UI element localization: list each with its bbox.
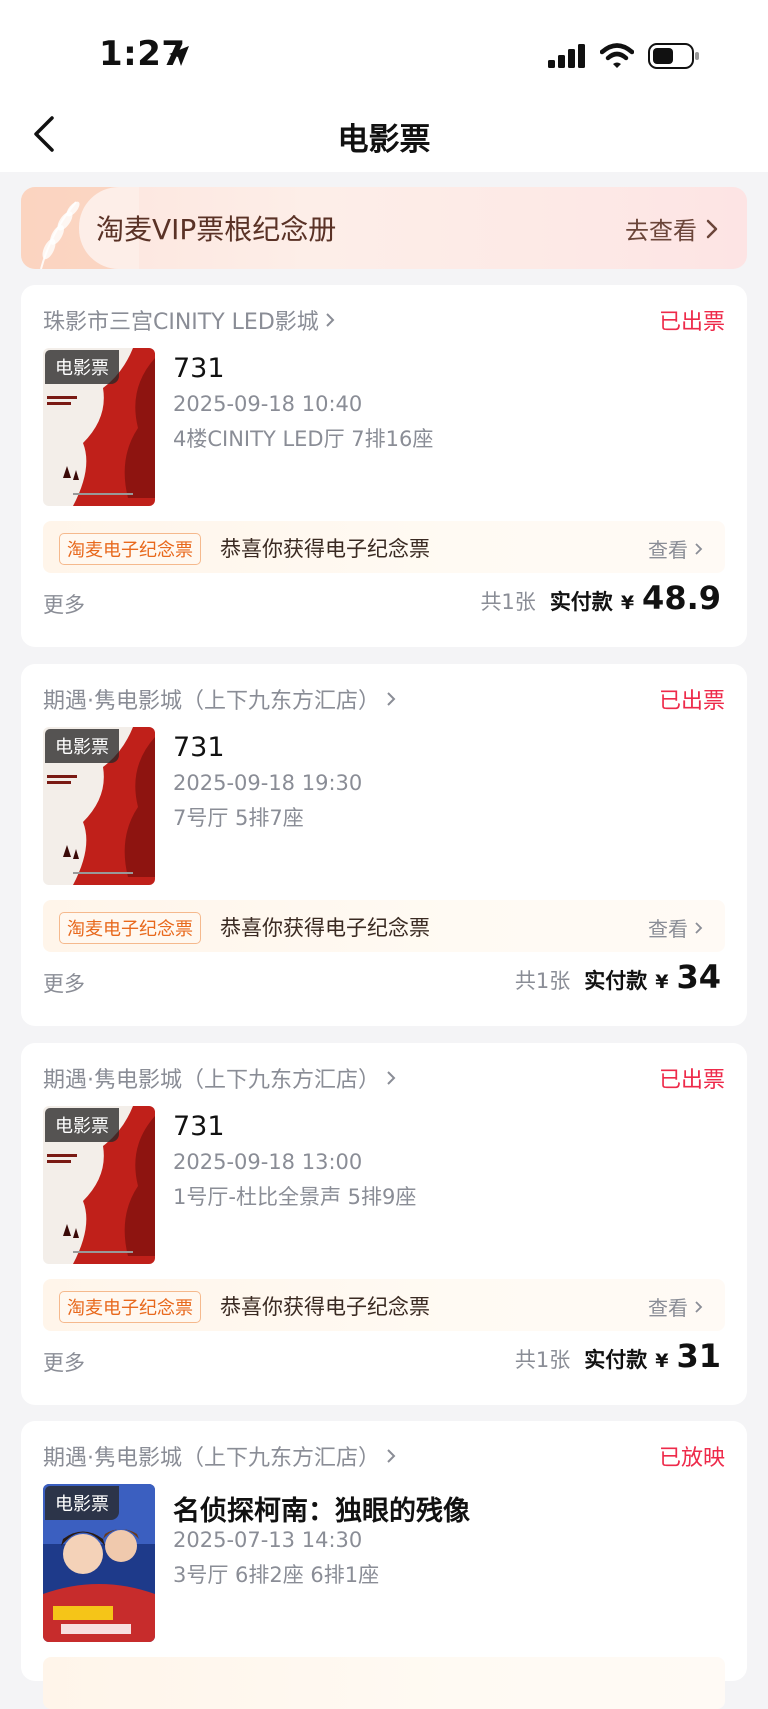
memento-text: 恭喜你获得电子纪念票 [220, 916, 430, 940]
ticket-status: 已出票 [658, 689, 725, 714]
memento-view-label: 查看 [648, 538, 688, 562]
chevron-right-icon [695, 921, 703, 934]
cinema-name: 珠影市三宫CINITY LED影城 [43, 310, 319, 335]
poster-tag: 电影票 [45, 350, 119, 384]
e-memento-bar[interactable]: 淘麦电子纪念票 恭喜你获得电子纪念票 查看 [43, 900, 725, 952]
movie-title: 731 [173, 732, 225, 763]
ticket-count: 共1张 [514, 969, 571, 993]
cinema-name-link[interactable]: 期遇·隽电影城（上下九东方汇店） [43, 683, 396, 715]
hall-seat: 4楼CINITY LED厅 7排16座 [173, 427, 434, 451]
paid-amount: 48.9 [642, 579, 721, 617]
cinema-name-link[interactable]: 期遇·隽电影城（上下九东方汇店） [43, 1440, 396, 1472]
movie-poster[interactable]: 电影票 [43, 1484, 155, 1642]
currency-symbol: ¥ [620, 592, 635, 614]
more-button[interactable]: 更多 [43, 589, 85, 619]
e-memento-bar[interactable]: 淘麦电子纪念票 恭喜你获得电子纪念票 查看 [43, 521, 725, 573]
wifi-icon [600, 43, 634, 68]
show-time: 2025-09-18 13:00 [173, 1150, 363, 1174]
poster-tag: 电影票 [45, 1108, 119, 1142]
e-memento-bar[interactable] [43, 1657, 725, 1709]
memento-view-link[interactable]: 查看 [648, 534, 703, 563]
paid-label: 实付款 [549, 590, 613, 614]
chevron-right-icon [695, 542, 703, 555]
paid-amount: 31 [676, 1337, 721, 1375]
price-row: 共1张 实付款 ¥ 31 [515, 1337, 721, 1375]
price-row: 共1张 实付款 ¥ 34 [515, 958, 721, 996]
cinema-name: 期遇·隽电影城（上下九东方汇店） [43, 1446, 380, 1471]
movie-title: 名侦探柯南：独眼的残像 [173, 1496, 470, 1527]
paid-label: 实付款 [584, 1348, 648, 1372]
cinema-name-link[interactable]: 珠影市三宫CINITY LED影城 [43, 304, 335, 336]
vip-ticket-album-banner[interactable]: 淘麦VIP票根纪念册 去查看 [21, 187, 747, 269]
order-card[interactable]: 期遇·隽电影城（上下九东方汇店） 已出票 电影票 731 2025-09-18 … [21, 664, 747, 1026]
chevron-right-icon [387, 1449, 396, 1463]
status-bar: 1:27 [0, 0, 768, 100]
order-card[interactable]: 珠影市三宫CINITY LED影城 已出票 电影票 731 2025-09-18… [21, 285, 747, 647]
poster-tag: 电影票 [45, 1486, 119, 1520]
cinema-name: 期遇·隽电影城（上下九东方汇店） [43, 689, 380, 714]
memento-view-label: 查看 [648, 1296, 688, 1320]
battery-icon [648, 43, 699, 69]
chevron-right-icon [387, 1071, 396, 1085]
status-icons [548, 43, 700, 69]
signal-icon [548, 44, 585, 68]
show-time: 2025-09-18 19:30 [173, 771, 363, 795]
currency-symbol: ¥ [655, 971, 669, 993]
hall-seat: 1号厅-杜比全景声 5排9座 [173, 1185, 417, 1209]
cinema-name-link[interactable]: 期遇·隽电影城（上下九东方汇店） [43, 1062, 396, 1094]
chevron-right-icon [695, 1300, 703, 1313]
nav-bar: 电影票 [0, 100, 768, 172]
show-time: 2025-07-13 14:30 [173, 1528, 363, 1552]
ticket-count: 共1张 [480, 590, 536, 614]
show-time: 2025-09-18 10:40 [173, 392, 363, 416]
ticket-status: 已放映 [658, 1446, 725, 1471]
memento-tag: 淘麦电子纪念票 [59, 912, 201, 944]
movie-poster[interactable]: 电影票 [43, 348, 155, 506]
memento-tag: 淘麦电子纪念票 [59, 533, 201, 565]
memento-view-link[interactable]: 查看 [648, 1292, 703, 1321]
chevron-right-icon [387, 692, 396, 706]
location-arrow-icon [169, 46, 189, 66]
movie-poster[interactable]: 电影票 [43, 1106, 155, 1264]
memento-view-label: 查看 [648, 917, 688, 941]
poster-tag: 电影票 [45, 729, 119, 763]
hall-seat: 3号厅 6排2座 6排1座 [173, 1563, 380, 1587]
movie-poster[interactable]: 电影票 [43, 727, 155, 885]
movie-title: 731 [173, 353, 225, 384]
currency-symbol: ¥ [655, 1350, 669, 1372]
cinema-name: 期遇·隽电影城（上下九东方汇店） [43, 1068, 380, 1093]
ticket-status: 已出票 [658, 1068, 725, 1093]
vip-banner-title: 淘麦VIP票根纪念册 [96, 213, 337, 246]
memento-view-link[interactable]: 查看 [648, 913, 703, 942]
e-memento-bar[interactable]: 淘麦电子纪念票 恭喜你获得电子纪念票 查看 [43, 1279, 725, 1331]
memento-text: 恭喜你获得电子纪念票 [220, 1295, 430, 1319]
ticket-count: 共1张 [514, 1348, 571, 1372]
order-card[interactable]: 期遇·隽电影城（上下九东方汇店） 已出票 电影票 731 2025-09-18 … [21, 1043, 747, 1405]
order-card[interactable]: 期遇·隽电影城（上下九东方汇店） 已放映 电影票 名侦探柯南：独眼的残像 202… [21, 1421, 747, 1709]
paid-amount: 34 [676, 958, 721, 996]
hall-seat: 7号厅 5排7座 [173, 806, 304, 830]
page-title: 电影票 [337, 122, 431, 158]
chevron-right-icon [706, 219, 718, 238]
memento-text: 恭喜你获得电子纪念票 [220, 537, 430, 561]
more-button[interactable]: 更多 [43, 968, 85, 998]
vip-view-label: 去查看 [625, 217, 697, 245]
vip-view-link[interactable]: 去查看 [625, 211, 719, 246]
memento-tag: 淘麦电子纪念票 [59, 1291, 201, 1323]
ticket-status: 已出票 [658, 310, 725, 335]
movie-title: 731 [173, 1111, 225, 1142]
price-row: 共1张 实付款 ¥ 48.9 [480, 579, 721, 617]
chevron-right-icon [326, 313, 335, 327]
more-button[interactable]: 更多 [43, 1347, 85, 1377]
paid-label: 实付款 [584, 969, 648, 993]
